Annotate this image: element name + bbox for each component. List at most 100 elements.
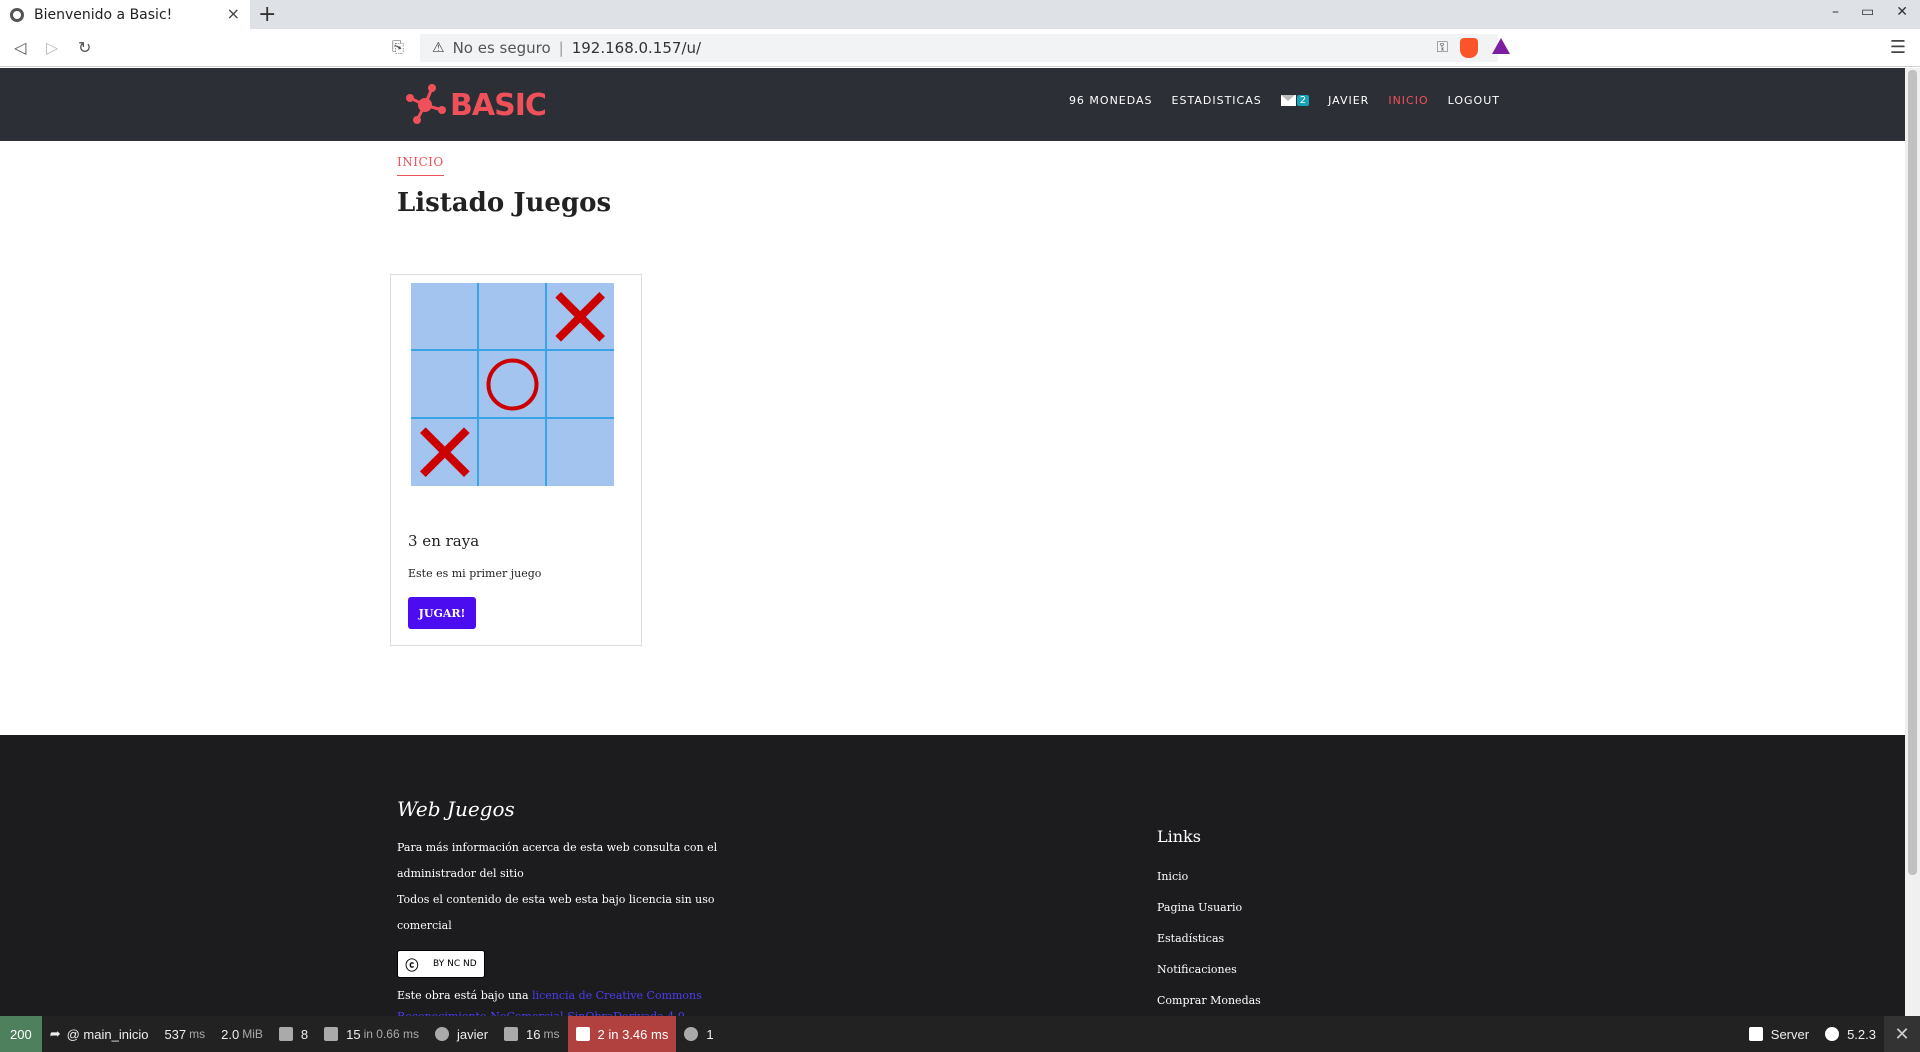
messages-badge: 2	[1296, 95, 1310, 106]
db-item[interactable]: 2 in 3.46 ms	[567, 1016, 677, 1052]
site-logo[interactable]: BASIC	[402, 82, 547, 128]
twig-time: 16	[526, 1026, 541, 1042]
address-bar[interactable]: ⚠ No es seguro | 192.168.0.157/u/ ⚿	[420, 34, 1498, 62]
url-text: 192.168.0.157/u/	[571, 39, 702, 57]
time-unit: ms	[189, 1027, 206, 1041]
license-prefix: Este obra está bajo una	[397, 989, 533, 1002]
server-label: Server	[1770, 1026, 1810, 1042]
forms-icon	[278, 1027, 293, 1041]
twig-icon	[504, 1027, 519, 1041]
browser-tabbar: Bienvenido a Basic! × + – ▭ ✕	[0, 0, 1920, 29]
server-item[interactable]: Server	[1741, 1016, 1817, 1052]
database-icon	[575, 1027, 590, 1041]
forms-item[interactable]: 8	[271, 1016, 316, 1052]
site-header: BASIC 96 MONEDAS ESTADISTICAS 2 JAVIER I…	[0, 68, 1905, 141]
footer-info-line: Para más información acerca de esta web …	[397, 841, 718, 880]
site-footer: Web Juegos Para más información acerca d…	[0, 735, 1905, 1016]
forward-icon[interactable]: ▷	[46, 38, 58, 57]
nav-stats[interactable]: ESTADISTICAS	[1172, 94, 1262, 107]
footer-info: Para más información acerca de esta web …	[397, 835, 737, 939]
omnibox-separator: |	[558, 39, 564, 57]
time-value: 537	[164, 1026, 187, 1042]
play-button[interactable]: JUGAR!	[408, 597, 476, 629]
breadcrumb[interactable]: INICIO	[397, 155, 444, 176]
cc-badge-text: BY NC ND	[433, 959, 477, 969]
cache-detail: in 0.66 ms	[363, 1027, 419, 1041]
footer-links-title: Links	[1157, 827, 1201, 846]
window-controls: – ▭ ✕	[1832, 4, 1908, 20]
footer-link-notifications[interactable]: Notificaciones	[1157, 963, 1261, 994]
debug-toolbar: 200 ➦ @ main_inicio 537 ms 2.0 MiB 8 15 …	[0, 1016, 1920, 1052]
creative-commons-badge[interactable]: ⓒ BY NC ND	[397, 950, 485, 978]
footer-link-inicio[interactable]: Inicio	[1157, 870, 1261, 901]
footer-link-user[interactable]: Pagina Usuario	[1157, 901, 1261, 932]
memory-unit: MiB	[242, 1027, 263, 1041]
nav-messages[interactable]: 2	[1280, 95, 1310, 106]
time-item[interactable]: 537 ms	[156, 1016, 213, 1052]
reload-icon[interactable]: ↻	[78, 38, 91, 57]
restore-icon[interactable]: ▭	[1861, 4, 1874, 20]
footer-title: Web Juegos	[397, 797, 515, 821]
cache-item[interactable]: 15 in 0.66 ms	[316, 1016, 427, 1052]
cc-icon: ⓒ	[405, 958, 419, 974]
forms-count: 8	[300, 1026, 309, 1042]
symfony-version: 5.2.3	[1847, 1026, 1876, 1042]
db-queries: 2 in 3.46 ms	[597, 1026, 669, 1042]
events-count: 1	[706, 1026, 714, 1042]
bookmark-icon[interactable]: ⎘	[392, 38, 404, 56]
footer-link-stats[interactable]: Estadísticas	[1157, 932, 1261, 963]
crosshair-icon	[684, 1027, 699, 1041]
logo-icon	[406, 84, 446, 124]
nav-coins[interactable]: 96 MONEDAS	[1069, 94, 1153, 107]
nav-home[interactable]: INICIO	[1388, 94, 1428, 107]
envelope-icon	[1280, 95, 1296, 106]
redirect-icon: ➦	[49, 1026, 61, 1041]
globe-icon	[10, 7, 24, 22]
browser-menu-icon[interactable]: ☰	[1890, 37, 1906, 58]
tic-tac-toe-thumbnail	[411, 283, 614, 486]
back-icon[interactable]: ◁	[14, 38, 26, 57]
twig-item[interactable]: 16 ms	[496, 1016, 567, 1052]
logo-text: BASIC	[450, 87, 547, 123]
tab-close-icon[interactable]: ×	[227, 4, 240, 23]
minimize-icon[interactable]: –	[1832, 4, 1839, 20]
key-icon[interactable]: ⚿	[1437, 38, 1448, 56]
license-text: Este obra está bajo una licencia de Crea…	[397, 985, 757, 1016]
debug-user: javier	[456, 1026, 489, 1042]
twig-unit: ms	[543, 1027, 560, 1041]
footer-link-buy-coins[interactable]: Comprar Monedas	[1157, 994, 1261, 1016]
game-title: 3 en raya	[408, 532, 480, 550]
page-scrollbar[interactable]	[1905, 68, 1920, 1016]
nav-logout[interactable]: LOGOUT	[1448, 94, 1500, 107]
scrollbar-thumb[interactable]	[1908, 70, 1917, 875]
cache-count: 15	[346, 1026, 361, 1042]
status-code[interactable]: 200	[0, 1016, 42, 1052]
new-tab-button[interactable]: +	[250, 2, 284, 27]
version-item[interactable]: 5.2.3	[1817, 1016, 1884, 1052]
game-description: Este es mi primer juego	[408, 567, 542, 580]
user-item[interactable]: javier	[427, 1016, 496, 1052]
brave-rewards-icon[interactable]	[1492, 38, 1510, 54]
memory-item[interactable]: 2.0 MiB	[213, 1016, 271, 1052]
route-item[interactable]: ➦ @ main_inicio	[42, 1016, 157, 1052]
page-title: Listado Juegos	[397, 188, 612, 218]
browser-tab[interactable]: Bienvenido a Basic! ×	[0, 0, 250, 29]
memory-value: 2.0	[221, 1026, 240, 1042]
user-icon	[434, 1027, 449, 1041]
nav-user[interactable]: JAVIER	[1328, 94, 1369, 107]
page-viewport: BASIC 96 MONEDAS ESTADISTICAS 2 JAVIER I…	[0, 68, 1905, 1016]
footer-info-line: Todos el contenido de esta web esta bajo…	[397, 893, 715, 932]
toolbar-close-icon[interactable]: ✕	[1884, 1016, 1920, 1052]
main-nav: 96 MONEDAS ESTADISTICAS 2 JAVIER INICIO …	[1069, 94, 1500, 107]
security-label: No es seguro	[452, 39, 551, 57]
symfony-logo-icon	[1825, 1027, 1840, 1041]
window-close-icon[interactable]: ✕	[1896, 4, 1908, 20]
main-content: INICIO Listado Juegos	[0, 141, 1905, 218]
toolbar-right: Server 5.2.3 ✕	[1741, 1016, 1920, 1052]
game-card: 3 en raya Este es mi primer juego JUGAR!	[390, 274, 642, 646]
brave-shield-icon[interactable]	[1460, 38, 1478, 58]
tab-title: Bienvenido a Basic!	[34, 6, 173, 23]
warning-icon: ⚠	[432, 40, 445, 56]
browser-toolbar: ◁ ▷ ↻ ⎘ ⚠ No es seguro | 192.168.0.157/u…	[0, 29, 1920, 67]
events-item[interactable]: 1	[676, 1016, 721, 1052]
